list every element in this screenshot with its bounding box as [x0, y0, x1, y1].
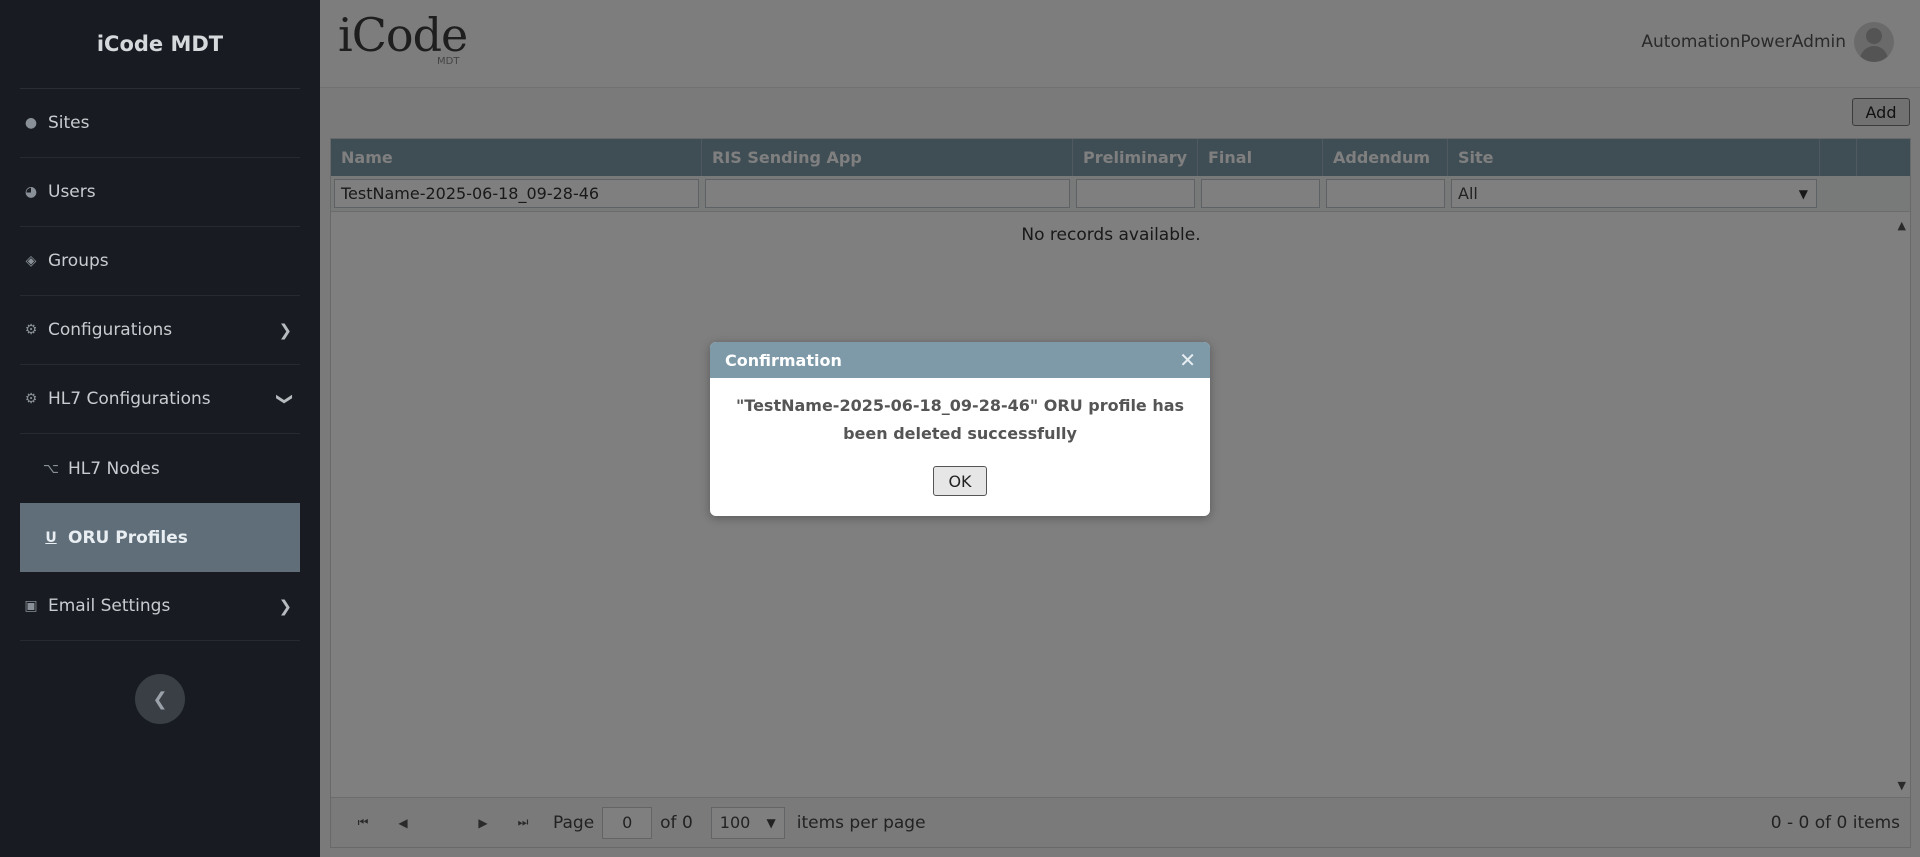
sidebar-item-label: Email Settings [48, 596, 171, 616]
chevron-right-icon: ❯ [278, 596, 292, 616]
chevron-right-icon: ❯ [278, 320, 292, 340]
map-pin-icon: ● [24, 115, 38, 131]
sidebar-item-label: HL7 Configurations [48, 389, 211, 409]
layers-icon: ◈ [25, 253, 37, 269]
sidebar: iCode MDT ● Sites ◕ Users ◈ Groups ⚙ Con… [0, 0, 320, 857]
underline-icon: U [45, 529, 57, 546]
dialog-message: "TestName-2025-06-18_09-28-46" ORU profi… [735, 396, 1185, 443]
user-icon: ◕ [24, 184, 38, 200]
mail-truck-icon: ▣ [24, 598, 38, 614]
sidebar-item-oru-profiles[interactable]: U ORU Profiles [20, 503, 300, 572]
gear-icon: ⚙ [24, 322, 38, 338]
sidebar-item-email-settings[interactable]: ▣ Email Settings ❯ [20, 572, 300, 641]
sidebar-item-label: HL7 Nodes [68, 458, 160, 479]
sidebar-item-groups[interactable]: ◈ Groups [20, 227, 300, 296]
sidebar-item-label: ORU Profiles [68, 527, 188, 548]
sidebar-item-sites[interactable]: ● Sites [20, 89, 300, 158]
sidebar-item-configurations[interactable]: ⚙ Configurations ❯ [20, 296, 300, 365]
ok-button[interactable]: OK [933, 466, 987, 496]
sidebar-item-label: Sites [48, 113, 90, 133]
sidebar-item-label: Users [48, 182, 96, 202]
nodes-icon: ⌥ [42, 460, 60, 477]
sidebar-item-users[interactable]: ◕ Users [20, 158, 300, 227]
sidebar-collapse-button[interactable]: ❮ [135, 674, 185, 724]
dialog-title: Confirmation [725, 350, 842, 370]
confirmation-dialog: Confirmation ✕ "TestName-2025-06-18_09-2… [710, 342, 1210, 516]
sidebar-item-hl7-configurations[interactable]: ⚙ HL7 Configurations ❯ [20, 365, 300, 434]
sidebar-nav: ● Sites ◕ Users ◈ Groups ⚙ Configuration… [0, 89, 320, 641]
close-icon[interactable]: ✕ [1179, 348, 1196, 372]
sidebar-item-label: Groups [48, 251, 109, 271]
chevron-down-icon: ❯ [275, 392, 295, 406]
sidebar-item-label: Configurations [48, 320, 173, 340]
sidebar-item-hl7-nodes[interactable]: ⌥ HL7 Nodes [20, 434, 300, 503]
brand-title: iCode MDT [20, 0, 300, 89]
dialog-header: Confirmation ✕ [710, 342, 1210, 378]
chevron-left-icon: ❮ [152, 688, 168, 710]
gears-icon: ⚙ [24, 391, 38, 407]
